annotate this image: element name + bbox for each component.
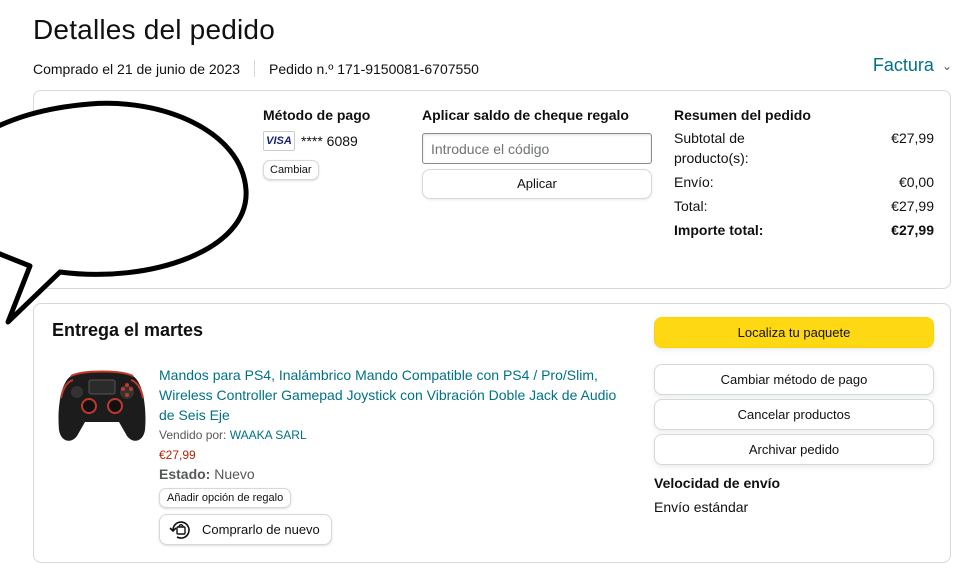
summary-value: €27,99 — [891, 198, 934, 214]
gift-card-heading: Aplicar saldo de cheque regalo — [422, 107, 629, 123]
purchase-date: Comprado el 21 de junio de 2023 — [33, 60, 241, 77]
page-title: Detalles del pedido — [33, 14, 275, 45]
change-payment-method-button[interactable]: Cambiar método de pago — [654, 364, 934, 395]
condition-label: Estado: — [159, 466, 211, 482]
seller-link[interactable]: WAAKA SARL — [230, 428, 307, 442]
divider — [254, 60, 256, 77]
card-number: **** 6089 — [301, 133, 358, 149]
buy-again-icon — [169, 520, 190, 539]
archive-order-button[interactable]: Archivar pedido — [654, 434, 934, 465]
payment-method: Método de pago VISA **** 6089 Cambiar — [263, 107, 370, 180]
product-price: €27,99 — [159, 448, 196, 462]
condition-value: Nuevo — [214, 466, 255, 482]
summary-total-row: Importe total: €27,99 — [674, 220, 934, 240]
seller-info: Vendido por: WAAKA SARL — [159, 428, 307, 442]
order-number: Pedido n.º 171-9150081-6707550 — [269, 60, 479, 77]
payment-heading: Método de pago — [263, 107, 371, 123]
shipping-speed-heading: Velocidad de envío — [654, 475, 781, 491]
product-condition: Estado: Nuevo — [159, 466, 255, 482]
summary-row: Subtotal de producto(s): €27,99 — [674, 128, 934, 168]
product-image[interactable] — [57, 368, 147, 446]
invoice-dropdown[interactable]: Factura ⌄ — [873, 55, 952, 76]
summary-value: €27,99 — [891, 130, 934, 146]
sold-by-label: Vendido por: — [159, 428, 227, 442]
buy-again-label: Comprarlo de nuevo — [202, 522, 320, 537]
summary-row: Total: €27,99 — [674, 196, 934, 216]
add-gift-option-button[interactable]: Añadir opción de regalo — [159, 488, 292, 508]
gift-card-section: Aplicar saldo de cheque regalo Aplicar — [422, 107, 652, 199]
cancel-items-button[interactable]: Cancelar productos — [654, 399, 934, 430]
delivery-heading: Entrega el martes — [52, 320, 204, 340]
summary-heading: Resumen del pedido — [674, 107, 811, 123]
summary-row: Envío: €0,00 — [674, 172, 934, 192]
visa-icon: VISA — [263, 131, 295, 151]
summary-label: Subtotal de producto(s): — [674, 130, 749, 166]
order-summary: Resumen del pedido Subtotal de producto(… — [674, 107, 934, 240]
summary-label: Importe total: — [674, 222, 764, 238]
change-payment-button[interactable]: Cambiar — [263, 160, 319, 180]
summary-label: Envío: — [674, 174, 714, 190]
summary-value: €27,99 — [891, 222, 934, 238]
summary-value: €0,00 — [898, 174, 934, 190]
track-package-button[interactable]: Localiza tu paquete — [654, 317, 934, 348]
chevron-down-icon: ⌄ — [941, 58, 952, 73]
product-title-link[interactable]: Mandos para PS4, Inalámbrico Mando Compa… — [159, 365, 629, 425]
buy-again-button[interactable]: Comprarlo de nuevo — [159, 514, 332, 545]
order-meta: Comprado el 21 de junio de 2023 Pedido n… — [33, 60, 479, 77]
gift-code-input[interactable] — [422, 133, 652, 164]
card-row: VISA **** 6089 — [263, 131, 370, 151]
summary-label: Total: — [674, 198, 708, 214]
apply-button[interactable]: Aplicar — [422, 169, 652, 199]
invoice-label: Factura — [872, 55, 934, 75]
shipping-speed-value: Envío estándar — [654, 499, 749, 515]
